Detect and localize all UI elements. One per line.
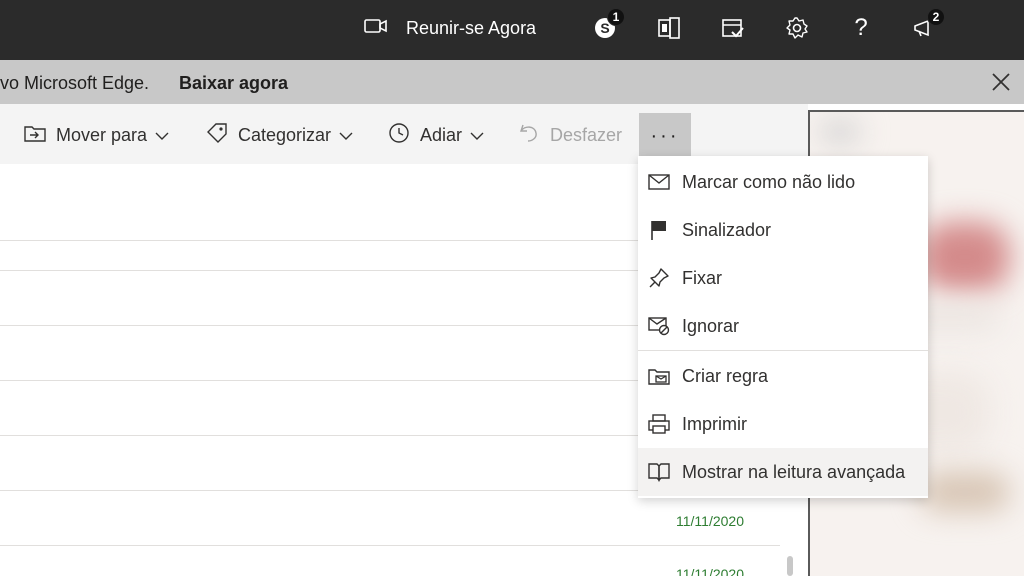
ellipsis-icon: ··· (650, 124, 680, 147)
undo-button[interactable]: Desfazer (518, 120, 630, 150)
move-to-label: Mover para (56, 124, 148, 145)
row-divider (0, 545, 780, 546)
more-actions-menu: Marcar como não lido Sinalizador Fixar I… (638, 156, 928, 498)
office-icon (657, 17, 681, 39)
flag-icon (648, 219, 670, 241)
menu-item-label: Marcar como não lido (682, 171, 856, 192)
calendar-check-icon (721, 16, 745, 40)
printer-icon (648, 413, 670, 435)
feedback-button[interactable]: 2 (905, 0, 945, 56)
menu-item-label: Criar regra (682, 365, 769, 386)
undo-icon (518, 122, 540, 149)
blurred-content (820, 122, 860, 142)
help-button[interactable]: ? (841, 0, 881, 56)
question-mark-icon: ? (854, 14, 868, 41)
menu-item-label: Imprimir (682, 413, 747, 434)
more-actions-button[interactable]: ··· (639, 113, 691, 159)
menu-item-pin[interactable]: Fixar (638, 254, 928, 302)
message-date: 11/11/2020 (676, 513, 744, 529)
menu-item-label: Sinalizador (682, 219, 772, 240)
meet-now-label: Reunir-se Agora (406, 17, 537, 38)
scrollbar-thumb[interactable] (787, 556, 793, 576)
ignore-icon (648, 315, 670, 337)
close-icon[interactable] (990, 71, 1012, 98)
blurred-content (920, 472, 1010, 512)
command-bar: Mover para Categorizar Adiar Desfazer ··… (0, 104, 808, 164)
skype-button[interactable]: S 1 (585, 0, 625, 56)
clock-icon (388, 122, 410, 149)
settings-button[interactable] (777, 0, 817, 56)
menu-item-create-rule[interactable]: Criar regra (638, 352, 928, 400)
feedback-badge: 2 (927, 8, 945, 26)
skype-badge: 1 (607, 8, 625, 26)
video-camera-icon (364, 18, 388, 39)
blurred-content (920, 222, 1010, 292)
gear-icon (785, 16, 809, 40)
rule-icon (648, 365, 670, 387)
menu-item-immersive-reader[interactable]: Mostrar na leitura avançada (638, 448, 928, 496)
snooze-button[interactable]: Adiar (388, 120, 484, 150)
chevron-down-icon (339, 125, 353, 146)
my-day-button[interactable] (713, 0, 753, 56)
menu-item-label: Ignorar (682, 315, 740, 336)
office-button[interactable] (649, 0, 689, 56)
menu-item-ignore[interactable]: Ignorar (638, 302, 928, 350)
menu-item-mark-unread[interactable]: Marcar como não lido (638, 158, 928, 206)
snooze-label: Adiar (420, 124, 463, 145)
pin-icon (648, 267, 670, 289)
chevron-down-icon (470, 125, 484, 146)
categorize-label: Categorizar (238, 124, 332, 145)
chevron-down-icon (155, 125, 169, 146)
categorize-button[interactable]: Categorizar (206, 120, 353, 150)
immersive-reader-icon (648, 461, 670, 483)
undo-label: Desfazer (550, 124, 623, 145)
banner-text: vo Microsoft Edge. (0, 73, 150, 93)
download-now-link[interactable]: Baixar agora (179, 73, 288, 94)
message-date: 11/11/2020 (676, 566, 744, 576)
menu-separator (638, 350, 928, 351)
meet-now-button[interactable]: Reunir-se Agora (364, 0, 564, 56)
edge-promo-banner: vo Microsoft Edge. Baixar agora (0, 60, 1024, 104)
move-to-button[interactable]: Mover para (24, 120, 169, 150)
suite-header: Reunir-se Agora S 1 ? 2 (0, 0, 1024, 60)
move-folder-icon (24, 124, 46, 147)
menu-item-flag[interactable]: Sinalizador (638, 206, 928, 254)
menu-item-print[interactable]: Imprimir (638, 400, 928, 448)
envelope-icon (648, 171, 670, 193)
tag-icon (206, 122, 228, 149)
menu-item-label: Mostrar na leitura avançada (682, 461, 906, 482)
menu-item-label: Fixar (682, 267, 722, 288)
